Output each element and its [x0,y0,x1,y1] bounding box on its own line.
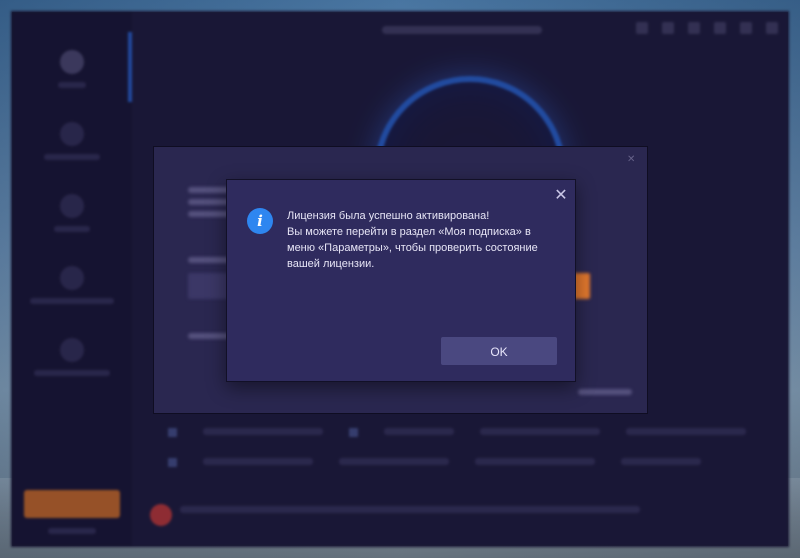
dialog-message: Лицензия была успешно активирована! Вы м… [287,208,557,272]
ok-button[interactable]: OK [441,337,557,365]
info-icon: i [247,208,273,234]
message-dialog: ✕ i Лицензия была успешно активирована! … [226,179,576,382]
message-line-3: меню «Параметры», чтобы проверить состоя… [287,242,538,254]
message-line-1: Лицензия была успешно активирована! [287,210,490,222]
close-icon[interactable]: ✕ [554,187,568,203]
message-line-2: Вы можете перейти в раздел «Моя подписка… [287,226,531,238]
message-line-4: вашей лицензии. [287,258,375,270]
background-dialog-close-icon: ✕ [627,154,636,165]
